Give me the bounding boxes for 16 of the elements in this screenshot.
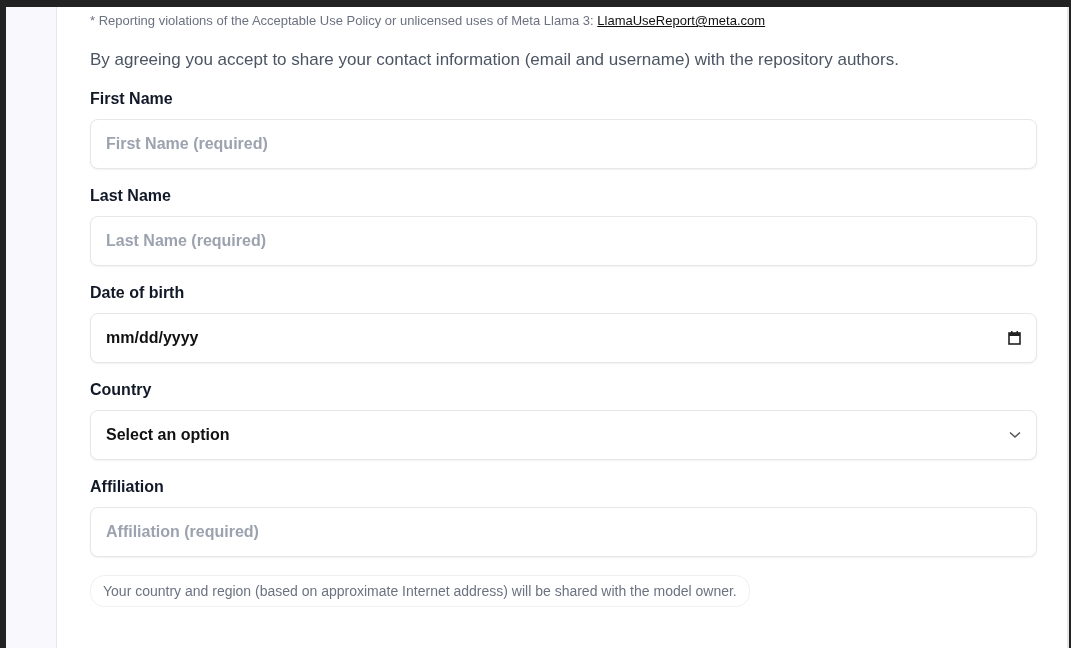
region-note: Your country and region (based on approximate Internet address) will be shared with the model owner. [90,575,750,607]
input-field[interactable]: Last Name (required) [90,216,1037,266]
calendar-icon[interactable] [1008,331,1021,345]
email-link[interactable]: LlamaUseReport@meta.com [597,13,766,28]
date-field[interactable]: mm/dd/yyyy [90,313,1037,363]
field-label: First Name [90,89,174,109]
consent-text: By agreeing you accept to share your contact information (email and username) with the repository authors. [90,49,900,71]
field-label: Affiliation [90,477,165,497]
input-field[interactable]: Affiliation (required) [90,507,1037,557]
report-note: * Reporting violations of the Acceptable Use Policy or unlicensed uses of Meta Llama 3: LlamaUseReport@meta.com [90,12,767,30]
chevron-down-icon [1009,431,1021,439]
input-field[interactable]: First Name (required) [90,119,1037,169]
country-select[interactable]: Select an option [90,410,1037,460]
field-label: Country [90,380,153,400]
field-label: Last Name [90,186,172,206]
field-label: Date of birth [90,283,186,303]
